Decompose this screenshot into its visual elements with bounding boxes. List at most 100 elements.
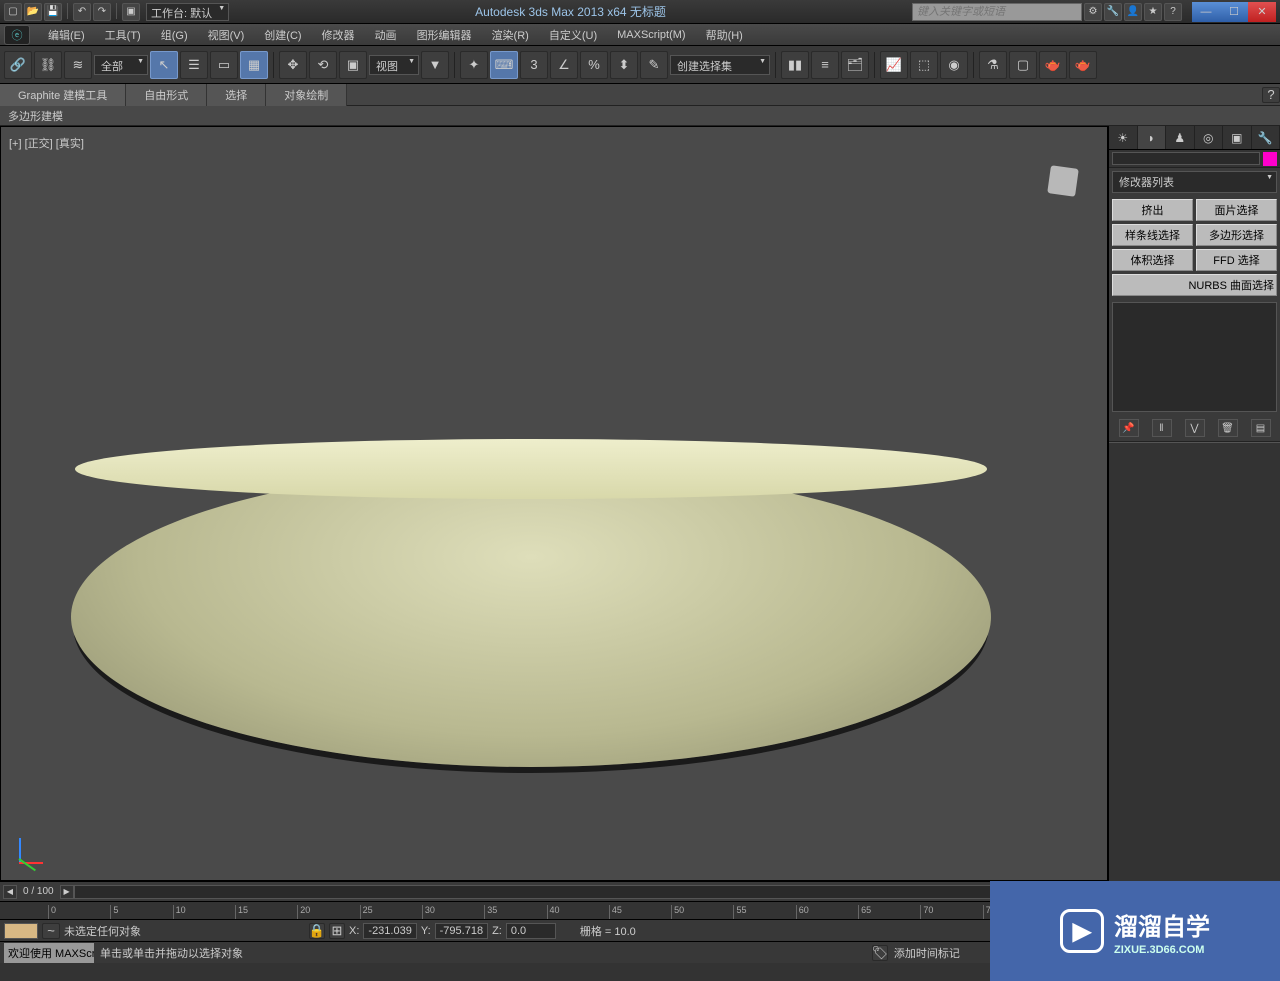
cp-hierarchy-tab[interactable]: ♟ [1166, 126, 1195, 149]
spinner-snap-icon[interactable]: ⬍ [610, 51, 638, 79]
keyboard-shortcut-icon[interactable]: ⌨ [490, 51, 518, 79]
undo-icon[interactable]: ↶ [73, 3, 91, 21]
user-icon[interactable]: 👤 [1124, 3, 1142, 21]
cp-motion-tab[interactable]: ◎ [1195, 126, 1224, 149]
menu-modifiers[interactable]: 修改器 [312, 25, 365, 45]
menu-animation[interactable]: 动画 [365, 25, 407, 45]
ref-coord-dropdown[interactable]: 视图 [369, 55, 419, 75]
project-icon[interactable]: ▣ [122, 3, 140, 21]
selection-filter-dropdown[interactable]: 全部 [94, 55, 148, 75]
link-icon[interactable]: 🔗 [4, 51, 32, 79]
menu-group[interactable]: 组(G) [151, 25, 198, 45]
pin-stack-icon[interactable]: 📌 [1119, 419, 1139, 437]
object-name-field[interactable] [1112, 152, 1260, 165]
workspace-dropdown[interactable]: 工作台: 默认 [146, 3, 229, 21]
viewcube-icon[interactable] [1047, 165, 1079, 197]
unlink-icon[interactable]: ⛓ [34, 51, 62, 79]
viewport-label[interactable]: [+] [正交] [真实] [9, 135, 84, 151]
select-by-name-icon[interactable]: ☰ [180, 51, 208, 79]
layer-icon[interactable]: 🗂 [841, 51, 869, 79]
menu-edit[interactable]: 编辑(E) [38, 25, 95, 45]
rect-region-icon[interactable]: ▭ [210, 51, 238, 79]
select-object-icon[interactable]: ↖ [150, 51, 178, 79]
viewport[interactable]: [+] [正交] [真实] [0, 126, 1108, 881]
tools-icon[interactable]: 🔧 [1104, 3, 1122, 21]
manipulate-icon[interactable]: ✦ [460, 51, 488, 79]
open-icon[interactable]: 📂 [24, 3, 42, 21]
menu-customize[interactable]: 自定义(U) [539, 25, 607, 45]
mini-curve-icon[interactable]: ~ [42, 923, 60, 939]
pivot-icon[interactable]: ▼ [421, 51, 449, 79]
mod-btn-ffd-select[interactable]: FFD 选择 [1196, 249, 1277, 271]
mod-btn-nurbs[interactable]: NURBS 曲面选择 [1112, 274, 1277, 296]
mirror-icon[interactable]: ▮▮ [781, 51, 809, 79]
align-icon[interactable]: ≡ [811, 51, 839, 79]
cp-create-tab[interactable]: ☀ [1109, 126, 1138, 149]
ribbon-tab-graphite[interactable]: Graphite 建模工具 [0, 84, 126, 106]
snap-3d-icon[interactable]: 3 [520, 51, 548, 79]
render-setup-icon[interactable]: ⚗ [979, 51, 1007, 79]
time-tag-icon[interactable]: 🏷 [872, 945, 888, 961]
show-result-icon[interactable]: ‖ [1152, 419, 1172, 437]
config-sets-icon[interactable]: ▤ [1251, 419, 1271, 437]
menu-maxscript[interactable]: MAXScript(M) [607, 27, 695, 43]
mod-btn-extrude[interactable]: 挤出 [1112, 199, 1193, 221]
connect-icon[interactable]: ⚙ [1084, 3, 1102, 21]
scene-object-disc[interactable] [71, 467, 991, 767]
rotate-icon[interactable]: ⟲ [309, 51, 337, 79]
window-crossing-icon[interactable]: ▦ [240, 51, 268, 79]
menu-help[interactable]: 帮助(H) [696, 25, 753, 45]
menu-views[interactable]: 视图(V) [198, 25, 255, 45]
track-bar-icon[interactable] [4, 923, 38, 939]
render-frame-icon[interactable]: ▢ [1009, 51, 1037, 79]
add-time-tag[interactable]: 添加时间标记 [894, 945, 960, 961]
menu-graph-editors[interactable]: 图形编辑器 [407, 25, 482, 45]
angle-snap-icon[interactable]: ∠ [550, 51, 578, 79]
time-prev-icon[interactable]: ◀ [3, 885, 17, 899]
mod-btn-poly-select[interactable]: 多边形选择 [1196, 224, 1277, 246]
render-icon[interactable]: 🫖 [1039, 51, 1067, 79]
ribbon-help-icon[interactable]: ? [1262, 87, 1280, 103]
named-selection-dropdown[interactable]: 创建选择集 [670, 55, 770, 75]
cp-modify-tab[interactable]: ◗ [1138, 126, 1167, 149]
mod-btn-vol-select[interactable]: 体积选择 [1112, 249, 1193, 271]
menu-rendering[interactable]: 渲染(R) [482, 25, 539, 45]
mod-btn-spline-select[interactable]: 样条线选择 [1112, 224, 1193, 246]
ribbon-tab-paint[interactable]: 对象绘制 [266, 84, 347, 106]
ribbon-tab-freeform[interactable]: 自由形式 [126, 84, 207, 106]
modifier-stack[interactable] [1112, 302, 1277, 412]
named-selection-icon[interactable]: ✎ [640, 51, 668, 79]
redo-icon[interactable]: ↷ [93, 3, 111, 21]
remove-mod-icon[interactable]: 🗑 [1218, 419, 1238, 437]
iso-selection-icon[interactable]: ⊞ [329, 923, 345, 939]
time-next-icon[interactable]: ▶ [60, 885, 74, 899]
lock-selection-icon[interactable]: 🔒 [309, 923, 325, 939]
modifier-list-dropdown[interactable]: 修改器列表 [1112, 171, 1277, 193]
y-value[interactable]: -795.718 [435, 923, 488, 939]
cp-display-tab[interactable]: ▣ [1223, 126, 1252, 149]
schematic-icon[interactable]: ⬚ [910, 51, 938, 79]
percent-snap-icon[interactable]: % [580, 51, 608, 79]
make-unique-icon[interactable]: ⋁ [1185, 419, 1205, 437]
menu-tools[interactable]: 工具(T) [95, 25, 151, 45]
x-value[interactable]: -231.039 [363, 923, 416, 939]
ribbon-tab-selection[interactable]: 选择 [207, 84, 266, 106]
favorite-icon[interactable]: ★ [1144, 3, 1162, 21]
new-icon[interactable]: ▢ [4, 3, 22, 21]
minimize-button[interactable]: — [1192, 2, 1220, 22]
help-search-input[interactable] [912, 3, 1082, 21]
menu-create[interactable]: 创建(C) [254, 25, 311, 45]
help-icon[interactable]: ? [1164, 3, 1182, 21]
scale-icon[interactable]: ▣ [339, 51, 367, 79]
cp-utilities-tab[interactable]: 🔧 [1252, 126, 1280, 149]
move-icon[interactable]: ✥ [279, 51, 307, 79]
render-iterative-icon[interactable]: 🫖 [1069, 51, 1097, 79]
curve-editor-icon[interactable]: 📈 [880, 51, 908, 79]
maximize-button[interactable]: ☐ [1220, 2, 1248, 22]
mod-btn-patch-select[interactable]: 面片选择 [1196, 199, 1277, 221]
z-value[interactable]: 0.0 [506, 923, 556, 939]
save-icon[interactable]: 💾 [44, 3, 62, 21]
object-color-swatch[interactable] [1263, 152, 1277, 166]
close-button[interactable]: ✕ [1248, 2, 1276, 22]
bind-icon[interactable]: ≋ [64, 51, 92, 79]
